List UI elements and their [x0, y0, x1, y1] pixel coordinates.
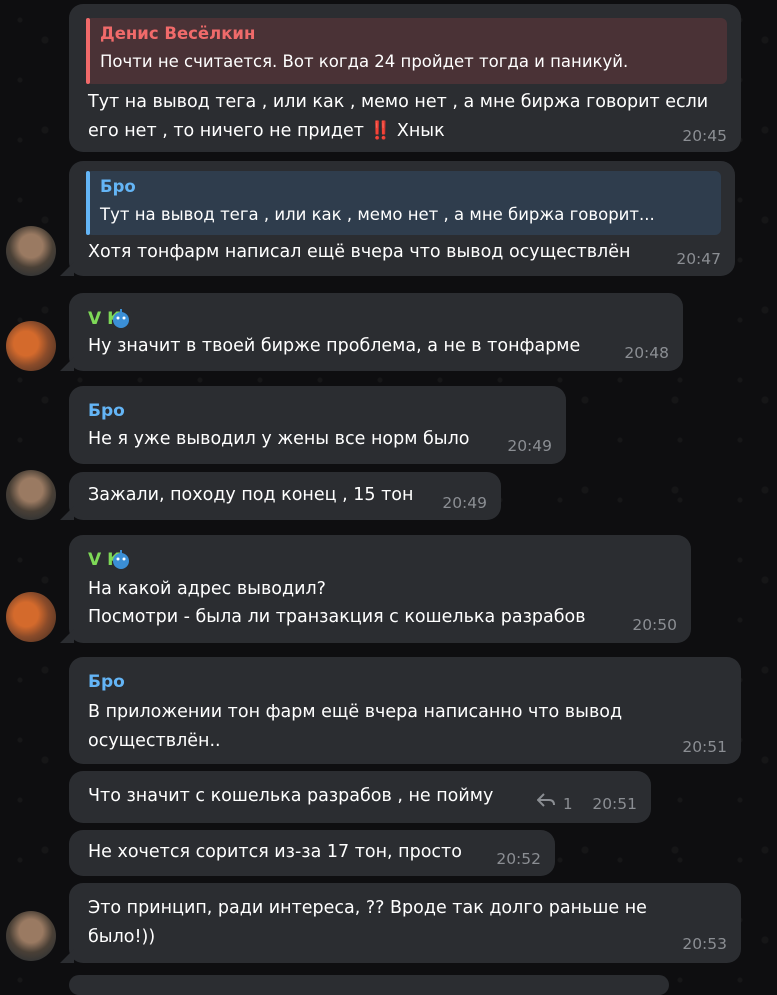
message-bubble[interactable]: Что значит с кошелька разрабов , не пойм… [69, 771, 651, 823]
message-time: 20:47 [676, 250, 721, 268]
message-text-line: его нет , то ничего не придет ‼️ Хнык [88, 121, 445, 141]
message-text-line: Не я уже выводил у жены все норм было [88, 429, 470, 449]
reply-count[interactable]: 1 [563, 795, 573, 813]
sender-name[interactable]: Бро [88, 401, 125, 421]
message-bubble[interactable]: Не хочется сорится из-за 17 тон, просто … [69, 830, 555, 876]
message-text-line: В приложении тон фарм ещё вчера написанн… [88, 702, 623, 722]
reply-arrow-icon[interactable] [537, 793, 555, 807]
blob-emoji-icon [113, 550, 129, 569]
message-time: 20:51 [682, 738, 727, 756]
message-time: 20:48 [624, 344, 669, 362]
message-bubble-partial [69, 975, 669, 995]
message-time: 20:53 [682, 935, 727, 953]
avatar[interactable] [6, 911, 56, 961]
message-text-line: Не хочется сорится из-за 17 тон, просто [88, 842, 462, 862]
message-text-line: Хотя тонфарм написал ещё вчера что вывод… [88, 242, 631, 262]
message-bubble[interactable]: Денис Весёлкин Почти не считается. Вот к… [69, 4, 741, 152]
reply-preview[interactable]: Денис Весёлкин Почти не считается. Вот к… [86, 18, 727, 84]
reply-bar [86, 18, 90, 84]
reply-text: Тут на вывод тега , или как , мемо нет ,… [100, 205, 655, 224]
message-bubble[interactable]: Зажали, походу под конец , 15 тон 20:49 [60, 472, 501, 520]
message-bubble[interactable]: Бро В приложении тон фарм ещё вчера напи… [69, 657, 741, 764]
message-text-line: Тут на вывод тега , или как , мемо нет ,… [88, 92, 709, 112]
avatar[interactable] [6, 470, 56, 520]
message-text-line: На какой адрес выводил? [88, 579, 326, 599]
message-bubble[interactable]: V K Ну значит в твоей бирже проблема, а … [60, 293, 683, 371]
reply-sender-name: Бро [100, 177, 136, 196]
message-time: 20:51 [592, 795, 637, 813]
message-time: 20:49 [442, 494, 487, 512]
message-bubble[interactable]: Бро Тут на вывод тега , или как , мемо н… [60, 161, 735, 276]
message-bubble[interactable]: Бро Не я уже выводил у жены все норм был… [69, 386, 566, 464]
reply-preview[interactable]: Бро Тут на вывод тега , или как , мемо н… [86, 171, 721, 235]
message-text-line: осуществлён.. [88, 731, 221, 751]
message-text-line: Это принцип, ради интереса, ?? Вроде так… [88, 898, 647, 918]
blob-emoji-icon [113, 309, 129, 328]
message-time: 20:49 [507, 437, 552, 455]
message-text-line: было!)) [88, 927, 156, 947]
reply-text: Почти не считается. Вот когда 24 пройдет… [100, 52, 629, 71]
message-text-line: Зажали, походу под конец , 15 тон [88, 485, 414, 505]
reply-bar [86, 171, 90, 235]
avatar[interactable] [6, 226, 56, 276]
message-bubble[interactable]: Это принцип, ради интереса, ?? Вроде так… [60, 883, 741, 963]
message-time: 20:50 [632, 616, 677, 634]
message-bubble[interactable]: V K На какой адрес выводил? Посмотри - б… [60, 535, 691, 643]
message-time: 20:45 [682, 127, 727, 145]
avatar[interactable] [6, 321, 56, 371]
avatar[interactable] [6, 592, 56, 642]
message-text-line: Что значит с кошелька разрабов , не пойм… [88, 786, 494, 806]
message-text-line: Посмотри - была ли транзакция с кошелька… [88, 607, 586, 627]
message-time: 20:52 [496, 850, 541, 868]
message-text-line: Ну значит в твоей бирже проблема, а не в… [88, 336, 581, 356]
reply-sender-name: Денис Весёлкин [100, 24, 256, 43]
sender-name[interactable]: Бро [88, 672, 125, 692]
